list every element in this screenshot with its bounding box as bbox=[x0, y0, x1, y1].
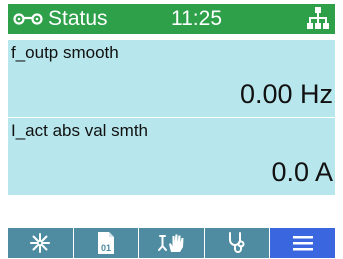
clock-time: 11:25 bbox=[171, 7, 222, 30]
status-header: Status 11:25 bbox=[8, 4, 335, 34]
menu-icon bbox=[292, 234, 314, 252]
parameter-label: I_act abs val smth bbox=[11, 121, 149, 140]
softkey-manual-control[interactable] bbox=[139, 228, 204, 258]
stethoscope-icon bbox=[226, 231, 248, 255]
softkey-diagnostics[interactable] bbox=[204, 228, 270, 258]
softkey-asterisk[interactable] bbox=[8, 228, 73, 258]
parameter-value: 0.00 Hz bbox=[239, 79, 333, 109]
parameter-list-icon: 01 bbox=[96, 231, 116, 255]
parameter-panel-frequency[interactable]: f_outp smooth 0.00 Hz bbox=[8, 40, 335, 117]
asterisk-icon bbox=[29, 232, 51, 254]
parameter-list-number: 01 bbox=[101, 243, 111, 253]
network-icon bbox=[306, 6, 330, 35]
device-screen: Status 11:25 f_outp smooth 0.00 Hz I_act… bbox=[0, 0, 343, 259]
softkey-menu[interactable] bbox=[270, 228, 335, 258]
manual-control-icon bbox=[156, 232, 186, 254]
glasses-icon bbox=[12, 12, 44, 30]
screen-title: Status bbox=[48, 7, 108, 30]
softkey-parameter-list[interactable]: 01 bbox=[73, 228, 139, 258]
softkey-bar: 01 bbox=[8, 228, 335, 258]
parameter-value: 0.0 A bbox=[271, 157, 333, 187]
parameter-panel-current[interactable]: I_act abs val smth 0.0 A bbox=[8, 118, 335, 195]
parameter-label: f_outp smooth bbox=[11, 43, 119, 62]
